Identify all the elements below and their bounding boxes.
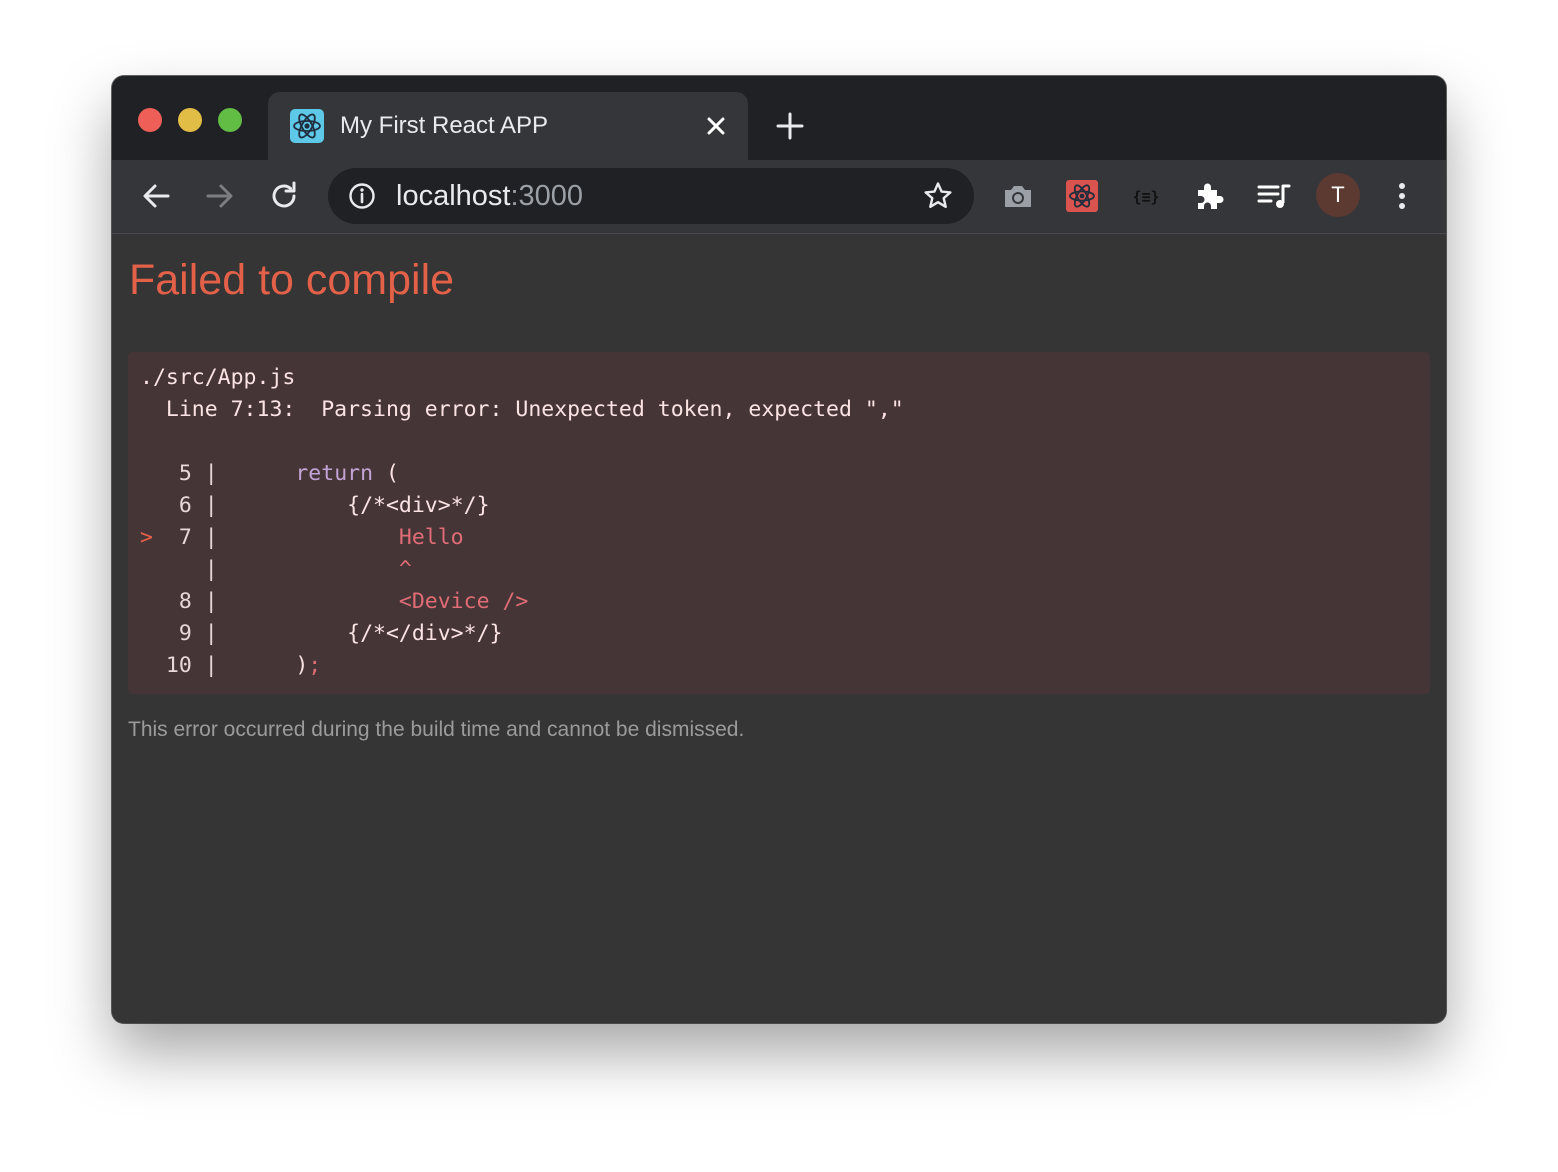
camera-icon[interactable]	[1000, 178, 1036, 214]
code-line-9: {/*</div>*/}	[243, 621, 503, 646]
line-gutter-9: 9 |	[178, 621, 244, 646]
tab-active[interactable]: My First React APP	[268, 92, 748, 160]
svg-text:{≡}: {≡}	[1132, 188, 1159, 206]
error-code: ./src/App.js Line 7:13: Parsing error: U…	[140, 365, 904, 678]
minimize-window-button[interactable]	[178, 108, 202, 132]
media-controls-icon[interactable]	[1256, 178, 1292, 214]
tab-strip: My First React APP	[112, 76, 1446, 160]
code-line-10: )	[243, 653, 309, 678]
reload-icon[interactable]	[266, 178, 302, 214]
code-line-7: Hello	[243, 525, 464, 550]
line-gutter-7: 7 |	[178, 525, 244, 550]
error-footer-note: This error occurred during the build tim…	[128, 718, 745, 741]
error-file: ./src/App.js	[140, 365, 296, 390]
page-content: Failed to compile ./src/App.js Line 7:13…	[112, 234, 1446, 1023]
forward-icon[interactable]	[202, 178, 238, 214]
address-bar[interactable]: localhost:3000	[328, 168, 974, 224]
puzzle-icon[interactable]	[1192, 178, 1228, 214]
back-icon[interactable]	[138, 178, 174, 214]
line-gutter-6: 6 |	[178, 493, 244, 518]
error-message: Line 7:13: Parsing error: Unexpected tok…	[140, 397, 904, 422]
tab-title: My First React APP	[340, 112, 549, 139]
profile-initial: T	[1331, 182, 1345, 207]
line-gutter-caret: |	[140, 557, 244, 582]
code-line-8: <Device />	[243, 589, 529, 614]
browser-window: My First React APP localhost:3000 {≡} T …	[112, 76, 1446, 1023]
react-icon	[290, 109, 324, 143]
error-line-marker: >	[140, 525, 153, 550]
browser-toolbar: localhost:3000 {≡} T	[112, 160, 1446, 234]
url-host: localhost	[396, 180, 511, 212]
url-port: :3000	[510, 180, 584, 212]
line-gutter-5: 5 |	[178, 461, 244, 486]
react-devtools-icon[interactable]	[1064, 178, 1100, 214]
close-window-button[interactable]	[138, 108, 162, 132]
error-caret: ^	[243, 557, 412, 582]
maximize-window-button[interactable]	[218, 108, 242, 132]
bookmark-star-icon[interactable]	[922, 180, 954, 212]
line-gutter-8: 8 |	[178, 589, 244, 614]
error-title: Failed to compile	[129, 256, 455, 304]
line-gutter-10: 10 |	[165, 653, 244, 678]
profile-avatar[interactable]: T	[1315, 172, 1361, 218]
new-tab-icon[interactable]	[774, 110, 806, 142]
code-keyword: return	[295, 461, 374, 486]
close-tab-icon[interactable]	[702, 112, 730, 140]
error-code-box: ./src/App.js Line 7:13: Parsing error: U…	[128, 352, 1430, 694]
more-menu-icon[interactable]	[1384, 178, 1420, 214]
info-icon[interactable]	[348, 182, 376, 210]
code-line-6: {/*<div>*/}	[243, 493, 490, 518]
json-formatter-icon[interactable]: {≡}	[1128, 178, 1164, 214]
url-text[interactable]: localhost:3000	[396, 180, 583, 213]
